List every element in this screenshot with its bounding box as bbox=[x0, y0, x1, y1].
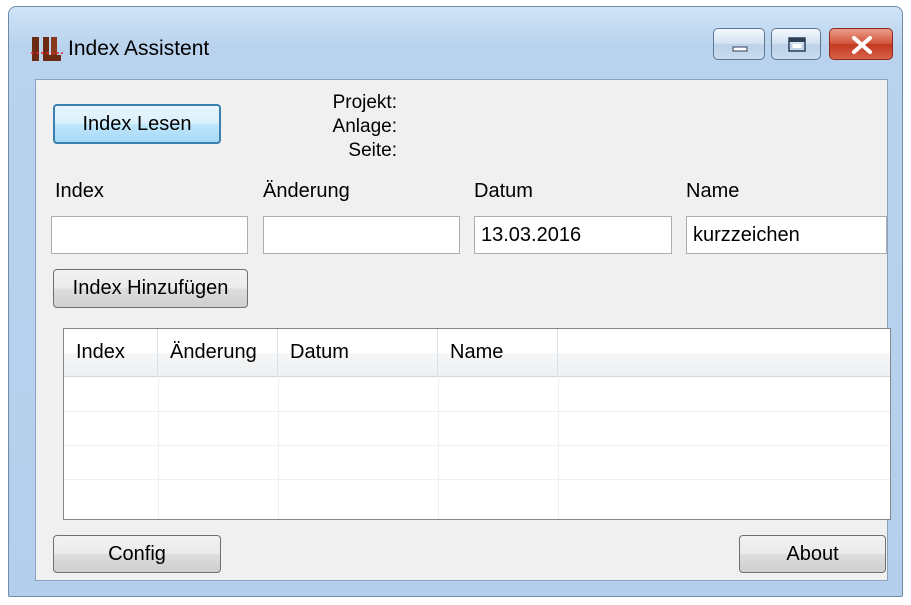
index-label: Index bbox=[55, 180, 104, 202]
dialog-client-area: Index Lesen Projekt: Anlage: Seite: Inde… bbox=[35, 79, 891, 581]
grid-line bbox=[64, 479, 890, 480]
app-logo-icon bbox=[31, 37, 63, 61]
grid-line bbox=[64, 445, 890, 446]
app-window: Index Assistent Index Lesen Projekt: Anl… bbox=[8, 6, 903, 597]
date-label: Datum bbox=[474, 180, 533, 202]
grid-line bbox=[64, 411, 890, 412]
grid-line bbox=[278, 376, 279, 519]
about-button[interactable]: About bbox=[739, 535, 886, 573]
page-number-label: Seite: bbox=[348, 140, 397, 161]
config-button[interactable]: Config bbox=[53, 535, 221, 573]
change-field[interactable] bbox=[263, 216, 460, 254]
add-index-button[interactable]: Index Hinzufügen bbox=[53, 269, 248, 308]
maximize-icon bbox=[788, 37, 806, 52]
table-header: Index Änderung Datum Name bbox=[64, 329, 890, 377]
change-label: Änderung bbox=[263, 180, 350, 202]
name-label: Name bbox=[686, 180, 740, 202]
read-index-button[interactable]: Index Lesen bbox=[53, 104, 221, 144]
index-table[interactable]: Index Änderung Datum Name bbox=[63, 328, 891, 520]
grid-line bbox=[558, 376, 559, 519]
column-header-index[interactable]: Index bbox=[64, 329, 158, 376]
close-icon bbox=[852, 36, 872, 54]
minimize-button[interactable] bbox=[713, 28, 765, 60]
grid-line bbox=[158, 376, 159, 519]
column-header-name[interactable]: Name bbox=[438, 329, 558, 376]
name-field[interactable] bbox=[686, 216, 887, 254]
date-field[interactable] bbox=[474, 216, 672, 254]
column-header-date[interactable]: Datum bbox=[278, 329, 438, 376]
plant-label: Anlage: bbox=[332, 116, 397, 137]
index-field[interactable] bbox=[51, 216, 248, 254]
window-title: Index Assistent bbox=[68, 37, 210, 60]
column-header-change[interactable]: Änderung bbox=[158, 329, 278, 376]
close-button[interactable] bbox=[829, 28, 893, 60]
grid-line bbox=[438, 376, 439, 519]
project-label: Projekt: bbox=[332, 92, 397, 113]
title-bar[interactable]: Index Assistent bbox=[9, 7, 902, 79]
minimize-icon bbox=[732, 46, 748, 52]
maximize-button[interactable] bbox=[771, 28, 821, 60]
